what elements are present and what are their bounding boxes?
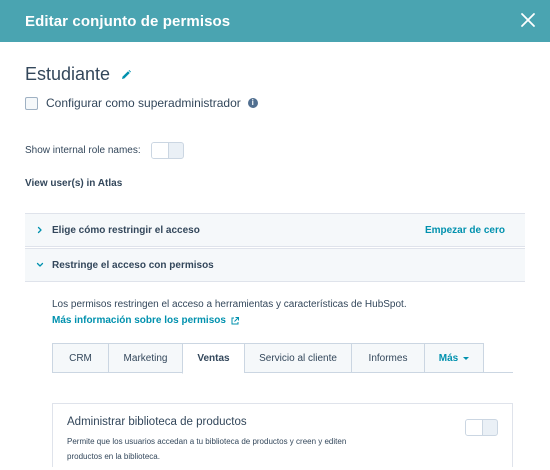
accordion-title: Restringe el acceso con permisos xyxy=(52,260,214,271)
pencil-icon[interactable] xyxy=(120,69,132,81)
tab-label: Servicio al cliente xyxy=(259,352,337,364)
toggle-knob xyxy=(466,420,483,435)
tab-label: CRM xyxy=(69,352,92,364)
tab-mas[interactable]: Más xyxy=(424,343,484,373)
tab-crm[interactable]: CRM xyxy=(52,343,108,373)
tab-label: Informes xyxy=(368,352,408,364)
superadmin-row: Configurar como superadministrador i xyxy=(25,96,258,110)
start-from-scratch-link[interactable]: Empezar de cero xyxy=(425,225,505,236)
tab-label: Ventas xyxy=(197,353,230,364)
permission-description: Permite que los usuarios accedan a tu bi… xyxy=(67,437,347,461)
close-icon[interactable] xyxy=(518,10,538,30)
tab-servicio-al-cliente[interactable]: Servicio al cliente xyxy=(244,343,351,373)
tab-marketing[interactable]: Marketing xyxy=(108,343,182,373)
permission-title: Administrar biblioteca de productos xyxy=(67,416,247,428)
permissions-description: Los permisos restringen el acceso a herr… xyxy=(52,299,407,310)
permission-toggle[interactable] xyxy=(465,419,498,436)
learn-more-link[interactable]: Más información sobre los permisos xyxy=(52,315,240,326)
superadmin-checkbox[interactable] xyxy=(25,96,38,110)
info-icon[interactable]: i xyxy=(247,98,258,108)
role-name: Estudiante xyxy=(25,64,111,84)
internal-role-names-row: Show internal role names: xyxy=(25,142,184,159)
permission-card: Administrar biblioteca de productos Perm… xyxy=(52,403,513,467)
tab-label: Más xyxy=(438,352,459,364)
view-users-link[interactable]: View user(s) in Atlas xyxy=(25,178,122,189)
toggle-knob xyxy=(151,143,169,158)
chevron-down-icon xyxy=(36,262,44,267)
modal-title: Editar conjunto de permisos xyxy=(25,12,231,30)
internal-role-names-label: Show internal role names: xyxy=(25,145,141,156)
accordion-permissions[interactable]: Restringe el acceso con permisos xyxy=(25,248,525,282)
role-name-row: Estudiante xyxy=(25,64,132,85)
superadmin-label[interactable]: Configurar como superadministrador xyxy=(46,96,241,110)
tab-label: Marketing xyxy=(123,352,168,364)
tab-ventas[interactable]: Ventas xyxy=(182,343,244,374)
accordion-restrict-access[interactable]: Elige cómo restringir el acceso Empezar … xyxy=(25,213,525,247)
learn-more-label: Más información sobre los permisos xyxy=(52,315,226,326)
chevron-right-icon xyxy=(37,226,42,234)
modal-header: Editar conjunto de permisos xyxy=(0,0,550,42)
internal-role-names-toggle[interactable] xyxy=(150,142,184,159)
tab-informes[interactable]: Informes xyxy=(351,343,424,373)
caret-down-icon xyxy=(463,356,470,360)
external-link-icon xyxy=(231,316,239,324)
accordion-title: Elige cómo restringir el acceso xyxy=(52,225,200,236)
permission-tabs: CRM Marketing Ventas Servicio al cliente… xyxy=(52,343,513,374)
